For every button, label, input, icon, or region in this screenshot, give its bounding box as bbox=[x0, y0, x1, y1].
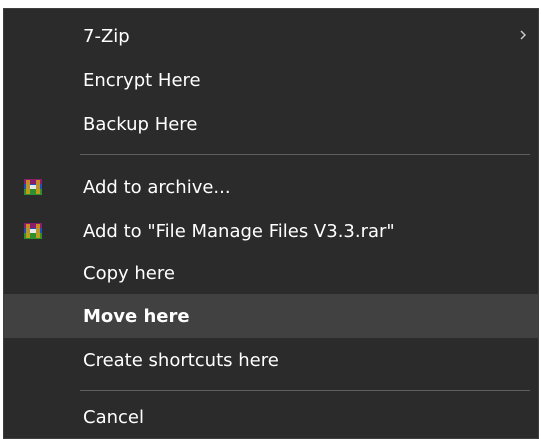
menu-item-add-to-rar[interactable]: Add to "File Manage Files V3.3.rar" bbox=[4, 209, 538, 253]
menu-item-move-here[interactable]: Move here bbox=[4, 294, 538, 338]
context-menu-container: 7-Zip Encrypt Here Backup Here Add to ar… bbox=[0, 0, 541, 439]
menu-item-label: Encrypt Here bbox=[83, 69, 201, 91]
menu-separator bbox=[80, 390, 530, 391]
chevron-right-icon bbox=[520, 30, 526, 40]
context-menu: 7-Zip Encrypt Here Backup Here Add to ar… bbox=[3, 8, 539, 439]
menu-item-label: 7-Zip bbox=[83, 25, 130, 47]
menu-item-label: Copy here bbox=[83, 262, 175, 284]
menu-item-label: Backup Here bbox=[83, 113, 198, 135]
menu-item-label: Add to "File Manage Files V3.3.rar" bbox=[83, 220, 395, 242]
menu-item-cancel[interactable]: Cancel bbox=[4, 395, 538, 439]
menu-item-encrypt-here[interactable]: Encrypt Here bbox=[4, 58, 538, 102]
winrar-archive-icon bbox=[24, 179, 42, 195]
menu-item-label: Create shortcuts here bbox=[83, 349, 279, 371]
menu-item-add-to-archive[interactable]: Add to archive... bbox=[4, 165, 538, 209]
menu-item-label: Move here bbox=[83, 305, 190, 327]
menu-separator bbox=[80, 154, 530, 155]
winrar-archive-icon bbox=[24, 223, 42, 239]
menu-item-7zip[interactable]: 7-Zip bbox=[4, 14, 538, 58]
menu-item-backup-here[interactable]: Backup Here bbox=[4, 102, 538, 146]
menu-item-create-shortcuts-here[interactable]: Create shortcuts here bbox=[4, 338, 538, 382]
menu-item-label: Cancel bbox=[83, 406, 144, 428]
menu-item-label: Add to archive... bbox=[83, 176, 231, 198]
menu-item-copy-here[interactable]: Copy here bbox=[4, 251, 538, 295]
